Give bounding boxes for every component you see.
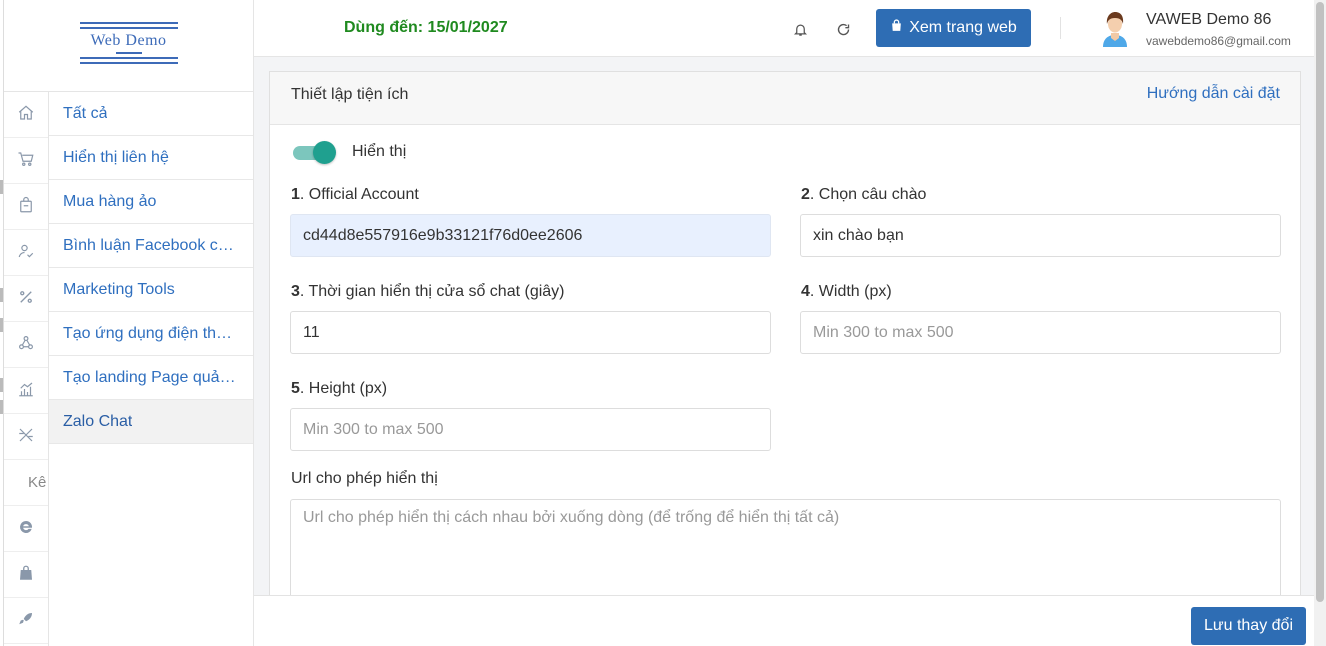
- icon-rail: Kê: [4, 92, 49, 646]
- greeting-value: xin chào bạn: [813, 226, 904, 244]
- logo-area: Web Demo: [4, 0, 254, 92]
- top-header: Dùng đến: 15/01/2027 Xem trang web VAWEB…: [254, 0, 1326, 57]
- rail-network[interactable]: [4, 322, 48, 368]
- submenu-item-label: Marketing Tools: [63, 280, 175, 298]
- widget-settings-card: Thiết lập tiện ích Hướng dẫn cài đặt Hiể…: [269, 71, 1301, 611]
- toggle-knob: [313, 141, 336, 164]
- tools-icon: [17, 426, 35, 448]
- card-title: Thiết lập tiện ích: [291, 86, 409, 103]
- width-input[interactable]: Min 300 to max 500: [800, 311, 1281, 354]
- card-header: Thiết lập tiện ích Hướng dẫn cài đặt: [270, 72, 1300, 125]
- greeting-input[interactable]: xin chào bạn: [800, 214, 1281, 257]
- chart-icon: [17, 380, 35, 402]
- user-name: VAWEB Demo 86: [1146, 11, 1272, 28]
- field-label-text: . Chọn câu chào: [809, 186, 927, 203]
- submenu-item-label: Bình luận Facebook ch…: [63, 236, 239, 254]
- save-changes-button[interactable]: Lưu thay đổi: [1191, 607, 1306, 645]
- edge-marker: [0, 288, 3, 302]
- height-input[interactable]: Min 300 to max 500: [290, 408, 771, 451]
- official-account-value: cd44d8e557916e9b33121f76d0ee2606: [303, 226, 583, 244]
- submenu-item-mobile-app[interactable]: Tạo ứng dụng điện tho…: [49, 312, 253, 356]
- edge-marker: [0, 378, 3, 392]
- field-number: 3: [291, 283, 300, 300]
- percent-icon: [17, 288, 35, 310]
- rail-bag[interactable]: [4, 184, 48, 230]
- rail-users[interactable]: [4, 230, 48, 276]
- edge-marker: [0, 318, 3, 332]
- setup-guide-link[interactable]: Hướng dẫn cài đặt: [1147, 85, 1280, 103]
- cart-icon: [17, 150, 35, 172]
- width-label: 4. Width (px): [801, 283, 892, 301]
- rail-shop[interactable]: [4, 552, 48, 598]
- user-email: vawebdemo86@gmail.com: [1146, 34, 1291, 48]
- official-account-input[interactable]: cd44d8e557916e9b33121f76d0ee2606: [290, 214, 771, 257]
- internet-explorer-icon: [17, 518, 35, 540]
- rail-cart[interactable]: [4, 138, 48, 184]
- display-toggle[interactable]: [291, 141, 337, 164]
- rail-home[interactable]: [4, 92, 48, 138]
- chat-delay-label: 3. Thời gian hiển thị cửa sổ chat (giây): [291, 283, 565, 301]
- field-label-text: . Width (px): [809, 283, 892, 300]
- height-label: 5. Height (px): [291, 380, 387, 398]
- refresh-icon[interactable]: [836, 22, 851, 41]
- field-label-text: . Official Account: [299, 186, 419, 203]
- field-number: 2: [801, 186, 810, 203]
- page-scrollbar[interactable]: [1314, 0, 1326, 646]
- home-icon: [17, 104, 35, 126]
- user-check-icon: [17, 242, 35, 264]
- display-toggle-label: Hiển thị: [352, 143, 407, 160]
- footer-bar: Lưu thay đổi: [254, 595, 1314, 646]
- submenu-item-landing-page[interactable]: Tạo landing Page quả…: [49, 356, 253, 400]
- view-website-button[interactable]: Xem trang web: [876, 9, 1031, 47]
- submenu-item-virtual-purchase[interactable]: Mua hàng ảo: [49, 180, 253, 224]
- rail-text-label: Kê: [28, 474, 47, 491]
- field-label-text: . Thời gian hiển thị cửa sổ chat (giây): [299, 283, 565, 300]
- scrollbar-thumb[interactable]: [1316, 2, 1324, 602]
- expiry-date: Dùng đến: 15/01/2027: [344, 19, 508, 36]
- submenu-item-label: Zalo Chat: [63, 412, 133, 430]
- network-icon: [17, 334, 35, 356]
- avatar[interactable]: [1098, 9, 1132, 47]
- submenu-item-facebook-comments[interactable]: Bình luận Facebook ch…: [49, 224, 253, 268]
- rail-tools[interactable]: [4, 414, 48, 460]
- header-divider: [1060, 17, 1061, 39]
- submenu-item-all[interactable]: Tất cả: [49, 92, 253, 136]
- edge-marker: [0, 400, 3, 414]
- field-number: 1: [291, 186, 300, 203]
- allowed-urls-placeholder: Url cho phép hiển thị cách nhau bởi xuốn…: [303, 509, 840, 526]
- rail-browser[interactable]: [4, 506, 48, 552]
- bell-icon[interactable]: [793, 22, 808, 41]
- edge-marker: [0, 180, 3, 194]
- submenu-item-label: Mua hàng ảo: [63, 192, 157, 210]
- greeting-label: 2. Chọn câu chào: [801, 186, 926, 204]
- submenu-item-contact-display[interactable]: Hiển thị liên hệ: [49, 136, 253, 180]
- width-placeholder: Min 300 to max 500: [813, 323, 954, 341]
- submenu-item-label: Hiển thị liên hệ: [63, 148, 169, 166]
- shopping-bag-icon: [17, 564, 35, 586]
- field-label-text: . Height (px): [299, 380, 388, 397]
- height-placeholder: Min 300 to max 500: [303, 420, 444, 438]
- submenu-item-label: Tạo landing Page quả…: [63, 368, 236, 386]
- submenu-item-label: Tạo ứng dụng điện tho…: [63, 324, 239, 342]
- bag-icon: [17, 196, 35, 218]
- logo-text: Web Demo: [90, 31, 167, 49]
- rail-text-item[interactable]: Kê: [4, 460, 48, 506]
- field-number: 5: [291, 380, 300, 397]
- field-number: 4: [801, 283, 810, 300]
- shopping-bag-icon: [890, 18, 903, 38]
- rail-reports[interactable]: [4, 368, 48, 414]
- chat-delay-input[interactable]: 11: [290, 311, 771, 354]
- allowed-urls-label: Url cho phép hiển thị: [291, 470, 438, 487]
- view-website-label: Xem trang web: [909, 19, 1017, 36]
- submenu-item-label: Tất cả: [63, 104, 108, 122]
- official-account-label: 1. Official Account: [291, 186, 419, 204]
- brand-logo[interactable]: Web Demo: [79, 19, 178, 67]
- chat-delay-value: 11: [303, 323, 320, 341]
- submenu: Tất cả Hiển thị liên hệ Mua hàng ảo Bình…: [49, 92, 254, 646]
- submenu-item-marketing-tools[interactable]: Marketing Tools: [49, 268, 253, 312]
- rail-promotions[interactable]: [4, 276, 48, 322]
- submenu-item-zalo-chat[interactable]: Zalo Chat: [49, 400, 253, 444]
- rail-launch[interactable]: [4, 598, 48, 644]
- rocket-icon: [17, 610, 35, 632]
